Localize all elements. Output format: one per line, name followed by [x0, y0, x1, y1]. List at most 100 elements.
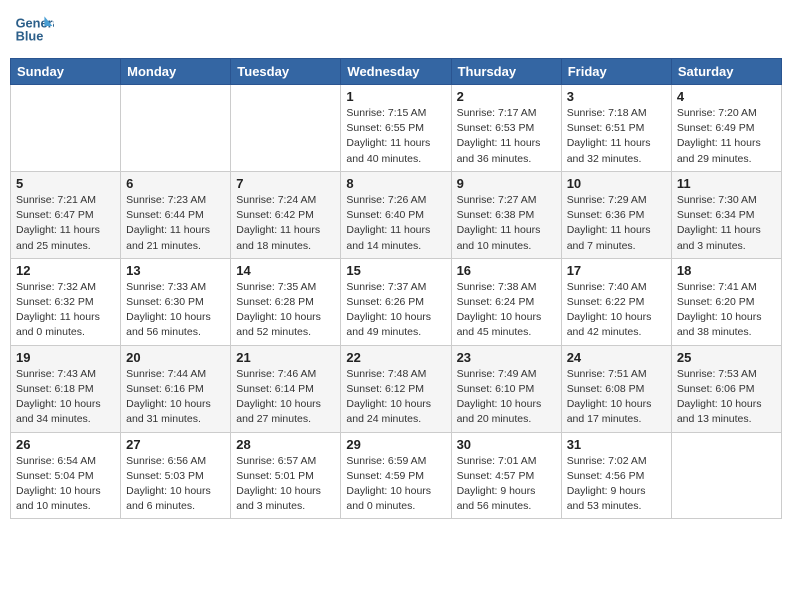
day-info: Sunrise: 7:43 AM Sunset: 6:18 PM Dayligh… [16, 367, 115, 428]
day-info: Sunrise: 6:56 AM Sunset: 5:03 PM Dayligh… [126, 454, 225, 515]
logo: General Blue [14, 10, 58, 50]
calendar-cell: 14 Sunrise: 7:35 AM Sunset: 6:28 PM Dayli… [231, 258, 341, 345]
calendar-cell: 16 Sunrise: 7:38 AM Sunset: 6:24 PM Dayli… [451, 258, 561, 345]
day-number: 22 [346, 350, 445, 365]
day-number: 14 [236, 263, 335, 278]
day-number: 9 [457, 176, 556, 191]
day-number: 4 [677, 89, 776, 104]
day-info: Sunrise: 6:57 AM Sunset: 5:01 PM Dayligh… [236, 454, 335, 515]
day-info: Sunrise: 7:35 AM Sunset: 6:28 PM Dayligh… [236, 280, 335, 341]
calendar-cell: 5 Sunrise: 7:21 AM Sunset: 6:47 PM Daylig… [11, 171, 121, 258]
weekday-header-sunday: Sunday [11, 59, 121, 85]
weekday-header-friday: Friday [561, 59, 671, 85]
calendar-cell: 19 Sunrise: 7:43 AM Sunset: 6:18 PM Dayli… [11, 345, 121, 432]
weekday-header-tuesday: Tuesday [231, 59, 341, 85]
calendar-cell [121, 85, 231, 172]
calendar-cell: 2 Sunrise: 7:17 AM Sunset: 6:53 PM Daylig… [451, 85, 561, 172]
calendar-cell: 23 Sunrise: 7:49 AM Sunset: 6:10 PM Dayli… [451, 345, 561, 432]
day-number: 18 [677, 263, 776, 278]
calendar-cell: 24 Sunrise: 7:51 AM Sunset: 6:08 PM Dayli… [561, 345, 671, 432]
day-number: 8 [346, 176, 445, 191]
day-info: Sunrise: 7:24 AM Sunset: 6:42 PM Dayligh… [236, 193, 335, 254]
day-number: 31 [567, 437, 666, 452]
weekday-header-saturday: Saturday [671, 59, 781, 85]
day-number: 28 [236, 437, 335, 452]
day-info: Sunrise: 7:26 AM Sunset: 6:40 PM Dayligh… [346, 193, 445, 254]
day-number: 20 [126, 350, 225, 365]
day-info: Sunrise: 7:23 AM Sunset: 6:44 PM Dayligh… [126, 193, 225, 254]
calendar-cell: 21Sunrise: 7:46 AM Sunset: 6:14 PM Dayli… [231, 345, 341, 432]
calendar-cell: 7 Sunrise: 7:24 AM Sunset: 6:42 PM Daylig… [231, 171, 341, 258]
day-number: 13 [126, 263, 225, 278]
calendar-week-row: 1 Sunrise: 7:15 AM Sunset: 6:55 PM Daylig… [11, 85, 782, 172]
day-info: Sunrise: 7:53 AM Sunset: 6:06 PM Dayligh… [677, 367, 776, 428]
calendar-week-row: 26 Sunrise: 6:54 AM Sunset: 5:04 PM Dayli… [11, 432, 782, 519]
day-info: Sunrise: 7:32 AM Sunset: 6:32 PM Dayligh… [16, 280, 115, 341]
calendar-cell: 10 Sunrise: 7:29 AM Sunset: 6:36 PM Dayli… [561, 171, 671, 258]
day-info: Sunrise: 7:41 AM Sunset: 6:20 PM Dayligh… [677, 280, 776, 341]
calendar-cell: 15 Sunrise: 7:37 AM Sunset: 6:26 PM Dayli… [341, 258, 451, 345]
day-info: Sunrise: 7:29 AM Sunset: 6:36 PM Dayligh… [567, 193, 666, 254]
calendar-cell: 8 Sunrise: 7:26 AM Sunset: 6:40 PM Daylig… [341, 171, 451, 258]
day-number: 19 [16, 350, 115, 365]
calendar-cell: 13 Sunrise: 7:33 AM Sunset: 6:30 PM Dayli… [121, 258, 231, 345]
calendar-cell: 9 Sunrise: 7:27 AM Sunset: 6:38 PM Daylig… [451, 171, 561, 258]
day-info: Sunrise: 7:27 AM Sunset: 6:38 PM Dayligh… [457, 193, 556, 254]
day-info: Sunrise: 7:51 AM Sunset: 6:08 PM Dayligh… [567, 367, 666, 428]
day-number: 25 [677, 350, 776, 365]
day-info: Sunrise: 6:59 AM Sunset: 4:59 PM Dayligh… [346, 454, 445, 515]
calendar-cell [671, 432, 781, 519]
day-info: Sunrise: 7:49 AM Sunset: 6:10 PM Dayligh… [457, 367, 556, 428]
day-info: Sunrise: 7:44 AM Sunset: 6:16 PM Dayligh… [126, 367, 225, 428]
day-number: 24 [567, 350, 666, 365]
calendar-header-row: SundayMondayTuesdayWednesdayThursdayFrid… [11, 59, 782, 85]
calendar-cell: 18 Sunrise: 7:41 AM Sunset: 6:20 PM Dayli… [671, 258, 781, 345]
calendar-cell: 1 Sunrise: 7:15 AM Sunset: 6:55 PM Daylig… [341, 85, 451, 172]
weekday-header-monday: Monday [121, 59, 231, 85]
day-info: Sunrise: 7:48 AM Sunset: 6:12 PM Dayligh… [346, 367, 445, 428]
calendar-cell: 17 Sunrise: 7:40 AM Sunset: 6:22 PM Dayli… [561, 258, 671, 345]
day-number: 16 [457, 263, 556, 278]
calendar-cell: 30Sunrise: 7:01 AM Sunset: 4:57 PM Dayli… [451, 432, 561, 519]
calendar-cell [231, 85, 341, 172]
calendar-week-row: 19 Sunrise: 7:43 AM Sunset: 6:18 PM Dayli… [11, 345, 782, 432]
day-info: Sunrise: 7:37 AM Sunset: 6:26 PM Dayligh… [346, 280, 445, 341]
day-number: 2 [457, 89, 556, 104]
calendar-cell: 25 Sunrise: 7:53 AM Sunset: 6:06 PM Dayli… [671, 345, 781, 432]
day-number: 5 [16, 176, 115, 191]
calendar-cell: 4Sunrise: 7:20 AM Sunset: 6:49 PM Daylig… [671, 85, 781, 172]
day-number: 21 [236, 350, 335, 365]
day-number: 23 [457, 350, 556, 365]
calendar-cell: 29 Sunrise: 6:59 AM Sunset: 4:59 PM Dayli… [341, 432, 451, 519]
calendar-cell: 22 Sunrise: 7:48 AM Sunset: 6:12 PM Dayli… [341, 345, 451, 432]
day-number: 1 [346, 89, 445, 104]
day-info: Sunrise: 7:02 AM Sunset: 4:56 PM Dayligh… [567, 454, 666, 515]
day-info: Sunrise: 7:17 AM Sunset: 6:53 PM Dayligh… [457, 106, 556, 167]
day-number: 10 [567, 176, 666, 191]
day-info: Sunrise: 6:54 AM Sunset: 5:04 PM Dayligh… [16, 454, 115, 515]
day-info: Sunrise: 7:38 AM Sunset: 6:24 PM Dayligh… [457, 280, 556, 341]
day-number: 29 [346, 437, 445, 452]
day-number: 27 [126, 437, 225, 452]
day-number: 15 [346, 263, 445, 278]
day-info: Sunrise: 7:33 AM Sunset: 6:30 PM Dayligh… [126, 280, 225, 341]
day-info: Sunrise: 7:18 AM Sunset: 6:51 PM Dayligh… [567, 106, 666, 167]
day-number: 17 [567, 263, 666, 278]
calendar-cell [11, 85, 121, 172]
weekday-header-wednesday: Wednesday [341, 59, 451, 85]
calendar-table: SundayMondayTuesdayWednesdayThursdayFrid… [10, 58, 782, 519]
day-info: Sunrise: 7:15 AM Sunset: 6:55 PM Dayligh… [346, 106, 445, 167]
day-number: 7 [236, 176, 335, 191]
day-number: 3 [567, 89, 666, 104]
day-info: Sunrise: 7:40 AM Sunset: 6:22 PM Dayligh… [567, 280, 666, 341]
day-number: 26 [16, 437, 115, 452]
day-info: Sunrise: 7:30 AM Sunset: 6:34 PM Dayligh… [677, 193, 776, 254]
weekday-header-thursday: Thursday [451, 59, 561, 85]
svg-text:Blue: Blue [16, 28, 44, 43]
day-info: Sunrise: 7:01 AM Sunset: 4:57 PM Dayligh… [457, 454, 556, 515]
calendar-cell: 26 Sunrise: 6:54 AM Sunset: 5:04 PM Dayli… [11, 432, 121, 519]
day-info: Sunrise: 7:21 AM Sunset: 6:47 PM Dayligh… [16, 193, 115, 254]
calendar-week-row: 5 Sunrise: 7:21 AM Sunset: 6:47 PM Daylig… [11, 171, 782, 258]
day-number: 11 [677, 176, 776, 191]
calendar-cell: 3 Sunrise: 7:18 AM Sunset: 6:51 PM Daylig… [561, 85, 671, 172]
